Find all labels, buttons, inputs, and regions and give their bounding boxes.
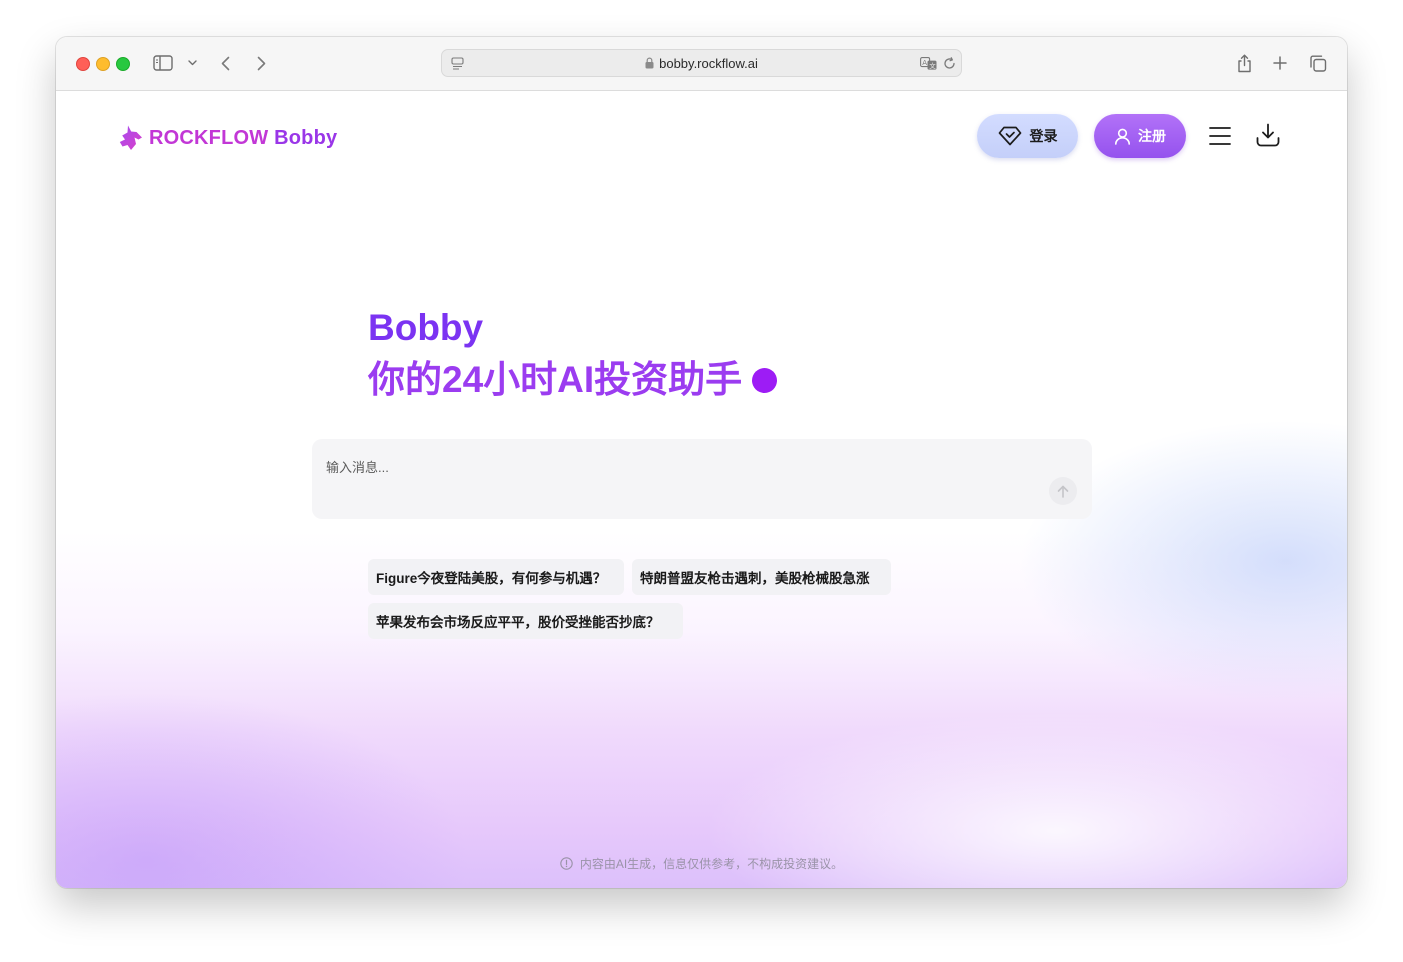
share-icon[interactable] — [1235, 52, 1253, 74]
svg-text:A: A — [922, 58, 927, 66]
svg-text:文: 文 — [929, 60, 936, 69]
zoom-window-button[interactable] — [116, 57, 130, 71]
back-arrow-icon[interactable] — [218, 54, 232, 72]
suggestion-chip[interactable]: 特朗普盟友枪击遇刺，美股枪械股急涨 — [632, 559, 891, 595]
page-content: ROCKFLOW Bobby 登录 注册 Bobby 你的24小时AI投资助手 — [56, 91, 1347, 888]
login-label: 登录 — [1029, 128, 1058, 144]
chevron-down-icon[interactable] — [186, 57, 198, 69]
suggestion-chip[interactable]: 苹果发布会市场反应平平，股价受挫能否抄底？ — [368, 603, 683, 639]
user-icon — [1114, 128, 1131, 145]
hero-title-text: Bobby — [368, 307, 484, 348]
translate-icon[interactable]: A文 — [919, 55, 937, 71]
ai-disclaimer: 内容由AI生成，信息仅供参考，不构成投资建议。 — [56, 855, 1347, 872]
url-text: bobby.rockflow.ai — [659, 55, 758, 71]
unicorn-logo-icon — [119, 125, 143, 151]
url-display[interactable]: bobby.rockflow.ai — [442, 50, 961, 76]
forward-arrow-icon[interactable] — [254, 54, 268, 72]
register-button[interactable]: 注册 — [1094, 114, 1186, 158]
send-button[interactable] — [1049, 477, 1077, 505]
new-tab-icon[interactable] — [1272, 55, 1288, 71]
chat-input[interactable] — [312, 439, 1080, 517]
diamond-heart-icon — [998, 126, 1022, 146]
browser-toolbar: bobby.rockflow.ai A文 — [56, 37, 1347, 91]
logo-product: Bobby — [274, 126, 338, 149]
hero-subtitle-text: 你的24小时AI投资助手 — [368, 359, 743, 400]
typing-cursor-dot — [752, 367, 778, 393]
disclaimer-text: 内容由AI生成，信息仅供参考，不构成投资建议。 — [579, 857, 844, 871]
lock-icon — [645, 57, 654, 69]
hero-title: Bobby — [368, 305, 483, 351]
hamburger-menu-icon[interactable] — [1208, 124, 1232, 148]
browser-window: bobby.rockflow.ai A文 ROCKFLOW Bobby 登录 注… — [56, 37, 1347, 888]
logo-brand: ROCKFLOW — [149, 126, 269, 149]
arrow-up-icon — [1057, 485, 1069, 498]
hero-subtitle: 你的24小时AI投资助手 — [368, 357, 778, 403]
logo-text: ROCKFLOW Bobby — [149, 127, 337, 150]
info-circle-icon — [560, 857, 573, 870]
reload-icon[interactable] — [942, 56, 956, 70]
chat-input-box[interactable] — [312, 439, 1092, 519]
tab-overview-icon[interactable] — [1308, 54, 1328, 72]
suggestion-chip[interactable]: Figure今夜登陆美股，有何参与机遇？ — [368, 559, 624, 595]
sidebar-toggle-icon[interactable] — [152, 53, 174, 73]
rockflow-logo[interactable]: ROCKFLOW Bobby — [119, 124, 337, 152]
register-label: 注册 — [1138, 128, 1166, 144]
minimize-window-button[interactable] — [96, 57, 110, 71]
close-window-button[interactable] — [76, 57, 90, 71]
login-button[interactable]: 登录 — [977, 114, 1078, 158]
address-bar[interactable]: bobby.rockflow.ai A文 — [441, 49, 962, 77]
download-icon[interactable] — [1256, 123, 1280, 149]
